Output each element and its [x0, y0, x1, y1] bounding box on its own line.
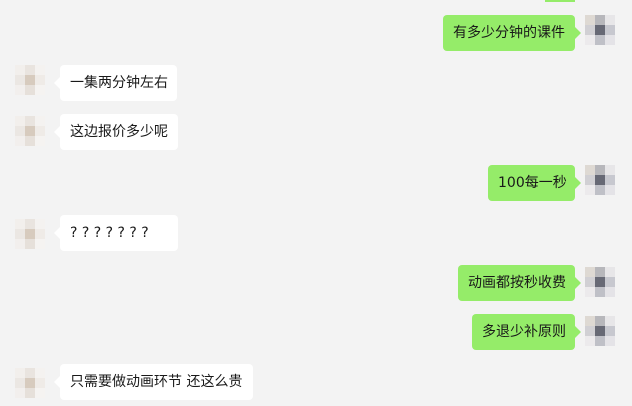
- message-row-outgoing: 动画都按秒收费: [0, 265, 632, 301]
- message-bubble-incoming[interactable]: 只需要做动画环节 还这么贵: [54, 364, 253, 400]
- message-bubble-incoming[interactable]: 一集两分钟左右: [54, 65, 177, 101]
- message-text: 这边报价多少呢: [70, 124, 168, 140]
- message-row-outgoing: 100每一秒: [0, 165, 632, 201]
- message-bubble-outgoing[interactable]: 多退少补原则: [472, 314, 581, 350]
- self-avatar[interactable]: [585, 15, 615, 45]
- message-text: 一集两分钟左右: [70, 75, 168, 91]
- message-bubble-outgoing[interactable]: 动画都按秒收费: [458, 265, 581, 301]
- message-bubble-incoming[interactable]: 这边报价多少呢: [54, 114, 178, 150]
- message-row-incoming: ? ? ? ? ? ? ?: [0, 215, 632, 251]
- message-text: 只需要做动画环节 还这么贵: [70, 374, 243, 390]
- message-text: 多退少补原则: [482, 324, 566, 340]
- message-row-incoming: 一集两分钟左右: [0, 65, 632, 101]
- contact-avatar[interactable]: [15, 219, 45, 249]
- message-row-incoming: 只需要做动画环节 还这么贵: [0, 364, 632, 400]
- message-text: ? ? ? ? ? ? ?: [70, 225, 149, 241]
- message-bubble-outgoing[interactable]: 有多少分钟的课件: [443, 15, 581, 51]
- message-row-incoming: 这边报价多少呢: [0, 114, 632, 150]
- chat-message-list[interactable]: 有多少分钟的课件 一集两分钟左右 这边报价多少呢 100每一秒 ? ? ? ? …: [0, 0, 632, 406]
- self-avatar[interactable]: [585, 316, 615, 346]
- message-text: 有多少分钟的课件: [453, 25, 565, 41]
- message-row-outgoing: 有多少分钟的课件: [0, 15, 632, 51]
- message-bubble-outgoing[interactable]: 100每一秒: [488, 165, 581, 201]
- self-avatar[interactable]: [585, 165, 615, 195]
- contact-avatar[interactable]: [15, 368, 45, 398]
- self-avatar[interactable]: [585, 267, 615, 297]
- message-bubble-incoming[interactable]: ? ? ? ? ? ? ?: [54, 215, 178, 251]
- message-text: 动画都按秒收费: [468, 275, 566, 291]
- message-row-outgoing: 多退少补原则: [0, 314, 632, 350]
- previous-message-bubble-edge: [545, 0, 575, 2]
- contact-avatar[interactable]: [15, 65, 45, 95]
- message-text: 100每一秒: [498, 175, 567, 191]
- contact-avatar[interactable]: [15, 116, 45, 146]
